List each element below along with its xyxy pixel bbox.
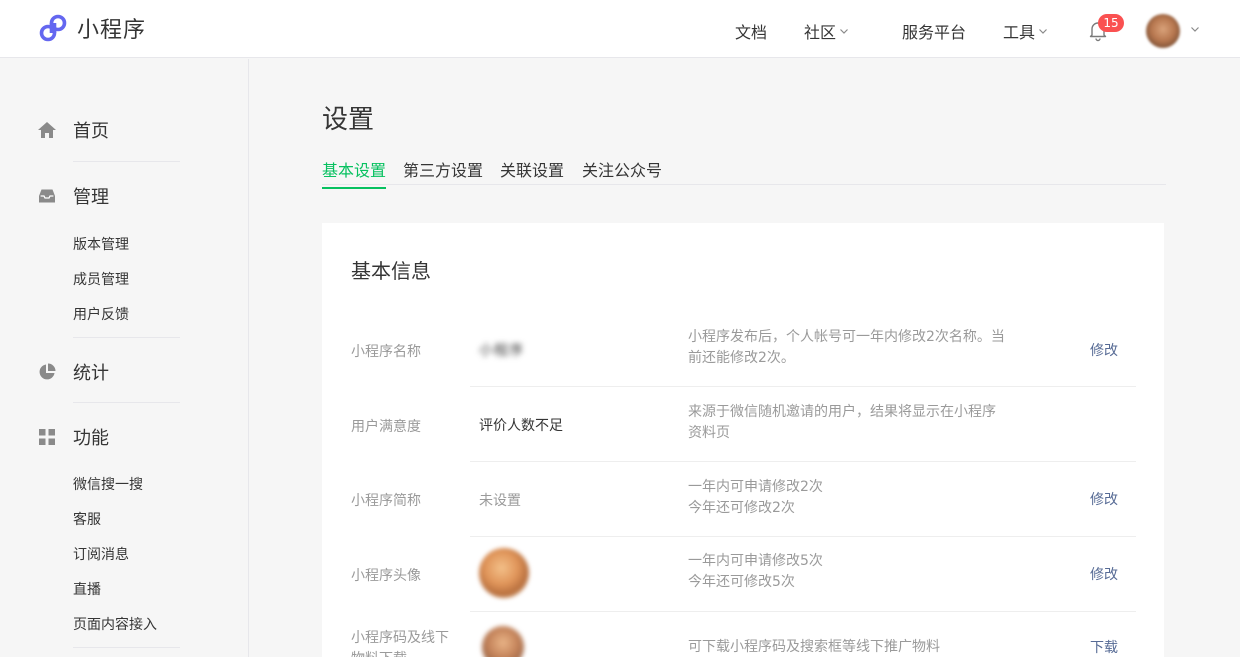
- settings-row-short-name: 小程序简称 未设置 一年内可申请修改2次 今年还可修改2次 修改: [322, 462, 1164, 537]
- sidebar-item-subscription-messages[interactable]: 订阅消息: [73, 544, 129, 564]
- row-label: 小程序头像: [351, 568, 421, 584]
- chevron-down-icon[interactable]: [1190, 24, 1200, 34]
- sidebar-item-label: 统计: [73, 363, 109, 384]
- sidebar: 首页 管理 版本管理 成员管理 用户反馈 统计 功能 微信搜一搜 客服 订阅消息…: [0, 59, 249, 657]
- sidebar-item-statistics[interactable]: 统计: [36, 359, 109, 385]
- qrcode-thumbnail: [482, 626, 524, 657]
- nav-community[interactable]: 社区: [804, 19, 849, 43]
- short-name-value: 未设置: [479, 493, 521, 509]
- grid-icon: [36, 426, 58, 448]
- nav-service-platform-label: 服务平台: [902, 23, 967, 42]
- tab-follow-official-account[interactable]: 关注公众号: [582, 157, 662, 187]
- sidebar-divider: [73, 161, 180, 162]
- row-description: 来源于微信随机邀请的用户，结果将显示在小程序资料页: [688, 404, 996, 441]
- home-icon: [36, 119, 58, 141]
- basic-info-card: 基本信息 小程序名称 小程序 小程序发布后，个人帐号可一年内修改2次名称。当前还…: [322, 223, 1164, 657]
- brand-name: 小程序: [77, 18, 147, 43]
- sidebar-item-customer-service[interactable]: 客服: [73, 509, 101, 529]
- row-description-line: 一年内可申请修改2次: [688, 479, 823, 495]
- sidebar-divider: [73, 337, 180, 338]
- card-title: 基本信息: [351, 259, 431, 283]
- row-description-line: 今年还可修改2次: [688, 500, 795, 516]
- miniprogram-logo-icon: [39, 14, 67, 42]
- nav-community-label: 社区: [804, 23, 837, 42]
- row-label: 小程序码及线下物料下载: [351, 630, 449, 657]
- row-label: 小程序简称: [351, 493, 421, 509]
- settings-tabs: 基本设置 第三方设置 关联设置 关注公众号: [322, 155, 1166, 189]
- user-avatar[interactable]: [1146, 14, 1180, 48]
- sidebar-item-manage[interactable]: 管理: [36, 183, 109, 209]
- chevron-down-icon: [1039, 29, 1047, 34]
- row-description: 一年内可申请修改5次 今年还可修改5次: [688, 551, 1008, 593]
- edit-name-link[interactable]: 修改: [1090, 340, 1118, 360]
- row-description-line: 一年内可申请修改5次: [688, 553, 823, 569]
- satisfaction-value: 评价人数不足: [479, 418, 563, 434]
- sidebar-item-label: 管理: [73, 187, 109, 208]
- sidebar-item-member-management[interactable]: 成员管理: [73, 269, 129, 289]
- top-bar: 小程序 文档 社区 服务平台 工具 15: [0, 0, 1240, 58]
- sidebar-item-home[interactable]: 首页: [36, 117, 109, 143]
- sidebar-item-page-content-access[interactable]: 页面内容接入: [73, 614, 157, 634]
- nav-tools-label: 工具: [1003, 23, 1036, 42]
- edit-short-name-link[interactable]: 修改: [1090, 489, 1118, 509]
- chevron-down-icon: [840, 29, 848, 34]
- miniprogram-name-value: 小程序: [479, 343, 524, 359]
- download-qrcode-link[interactable]: 下载: [1090, 637, 1118, 657]
- settings-row-qrcode: 小程序码及线下物料下载 可下载小程序码及搜索框等线下推广物料 下载: [322, 612, 1164, 657]
- tab-basic-settings[interactable]: 基本设置: [322, 157, 387, 189]
- sidebar-item-label: 首页: [73, 121, 109, 142]
- row-label: 小程序名称: [351, 344, 421, 360]
- settings-row-name: 小程序名称 小程序 小程序发布后，个人帐号可一年内修改2次名称。当前还能修改2次…: [322, 312, 1164, 387]
- tab-association-settings[interactable]: 关联设置: [500, 157, 564, 187]
- sidebar-item-label: 功能: [73, 428, 109, 449]
- settings-row-satisfaction: 用户满意度 评价人数不足 来源于微信随机邀请的用户，结果将显示在小程序资料页: [322, 387, 1164, 462]
- edit-avatar-link[interactable]: 修改: [1090, 564, 1118, 584]
- nav-docs[interactable]: 文档: [735, 19, 767, 43]
- miniprogram-avatar-image: [479, 548, 529, 598]
- sidebar-item-live[interactable]: 直播: [73, 579, 101, 599]
- sidebar-item-user-feedback[interactable]: 用户反馈: [73, 304, 129, 324]
- sidebar-item-features[interactable]: 功能: [36, 424, 109, 450]
- notification-badge: 15: [1098, 14, 1124, 32]
- tab-third-party-settings[interactable]: 第三方设置: [403, 157, 483, 187]
- settings-row-avatar: 小程序头像 一年内可申请修改5次 今年还可修改5次 修改: [322, 537, 1164, 612]
- row-description: 可下载小程序码及搜索框等线下推广物料: [688, 639, 940, 655]
- inbox-icon: [36, 185, 58, 207]
- nav-service-platform[interactable]: 服务平台: [902, 19, 966, 43]
- sidebar-divider: [73, 402, 180, 403]
- brand[interactable]: 小程序: [37, 12, 146, 44]
- row-label: 用户满意度: [351, 419, 421, 435]
- row-description: 小程序发布后，个人帐号可一年内修改2次名称。当前还能修改2次。: [688, 329, 1005, 366]
- nav-docs-label: 文档: [735, 23, 768, 42]
- page-title: 设置: [322, 105, 375, 135]
- sidebar-divider: [73, 647, 180, 648]
- row-description: 一年内可申请修改2次 今年还可修改2次: [688, 477, 1008, 519]
- nav-tools[interactable]: 工具: [1003, 19, 1048, 43]
- row-description-line: 今年还可修改5次: [688, 574, 795, 590]
- sidebar-item-wechat-search[interactable]: 微信搜一搜: [73, 474, 143, 494]
- pie-chart-icon: [36, 361, 58, 383]
- sidebar-item-version-management[interactable]: 版本管理: [73, 234, 129, 254]
